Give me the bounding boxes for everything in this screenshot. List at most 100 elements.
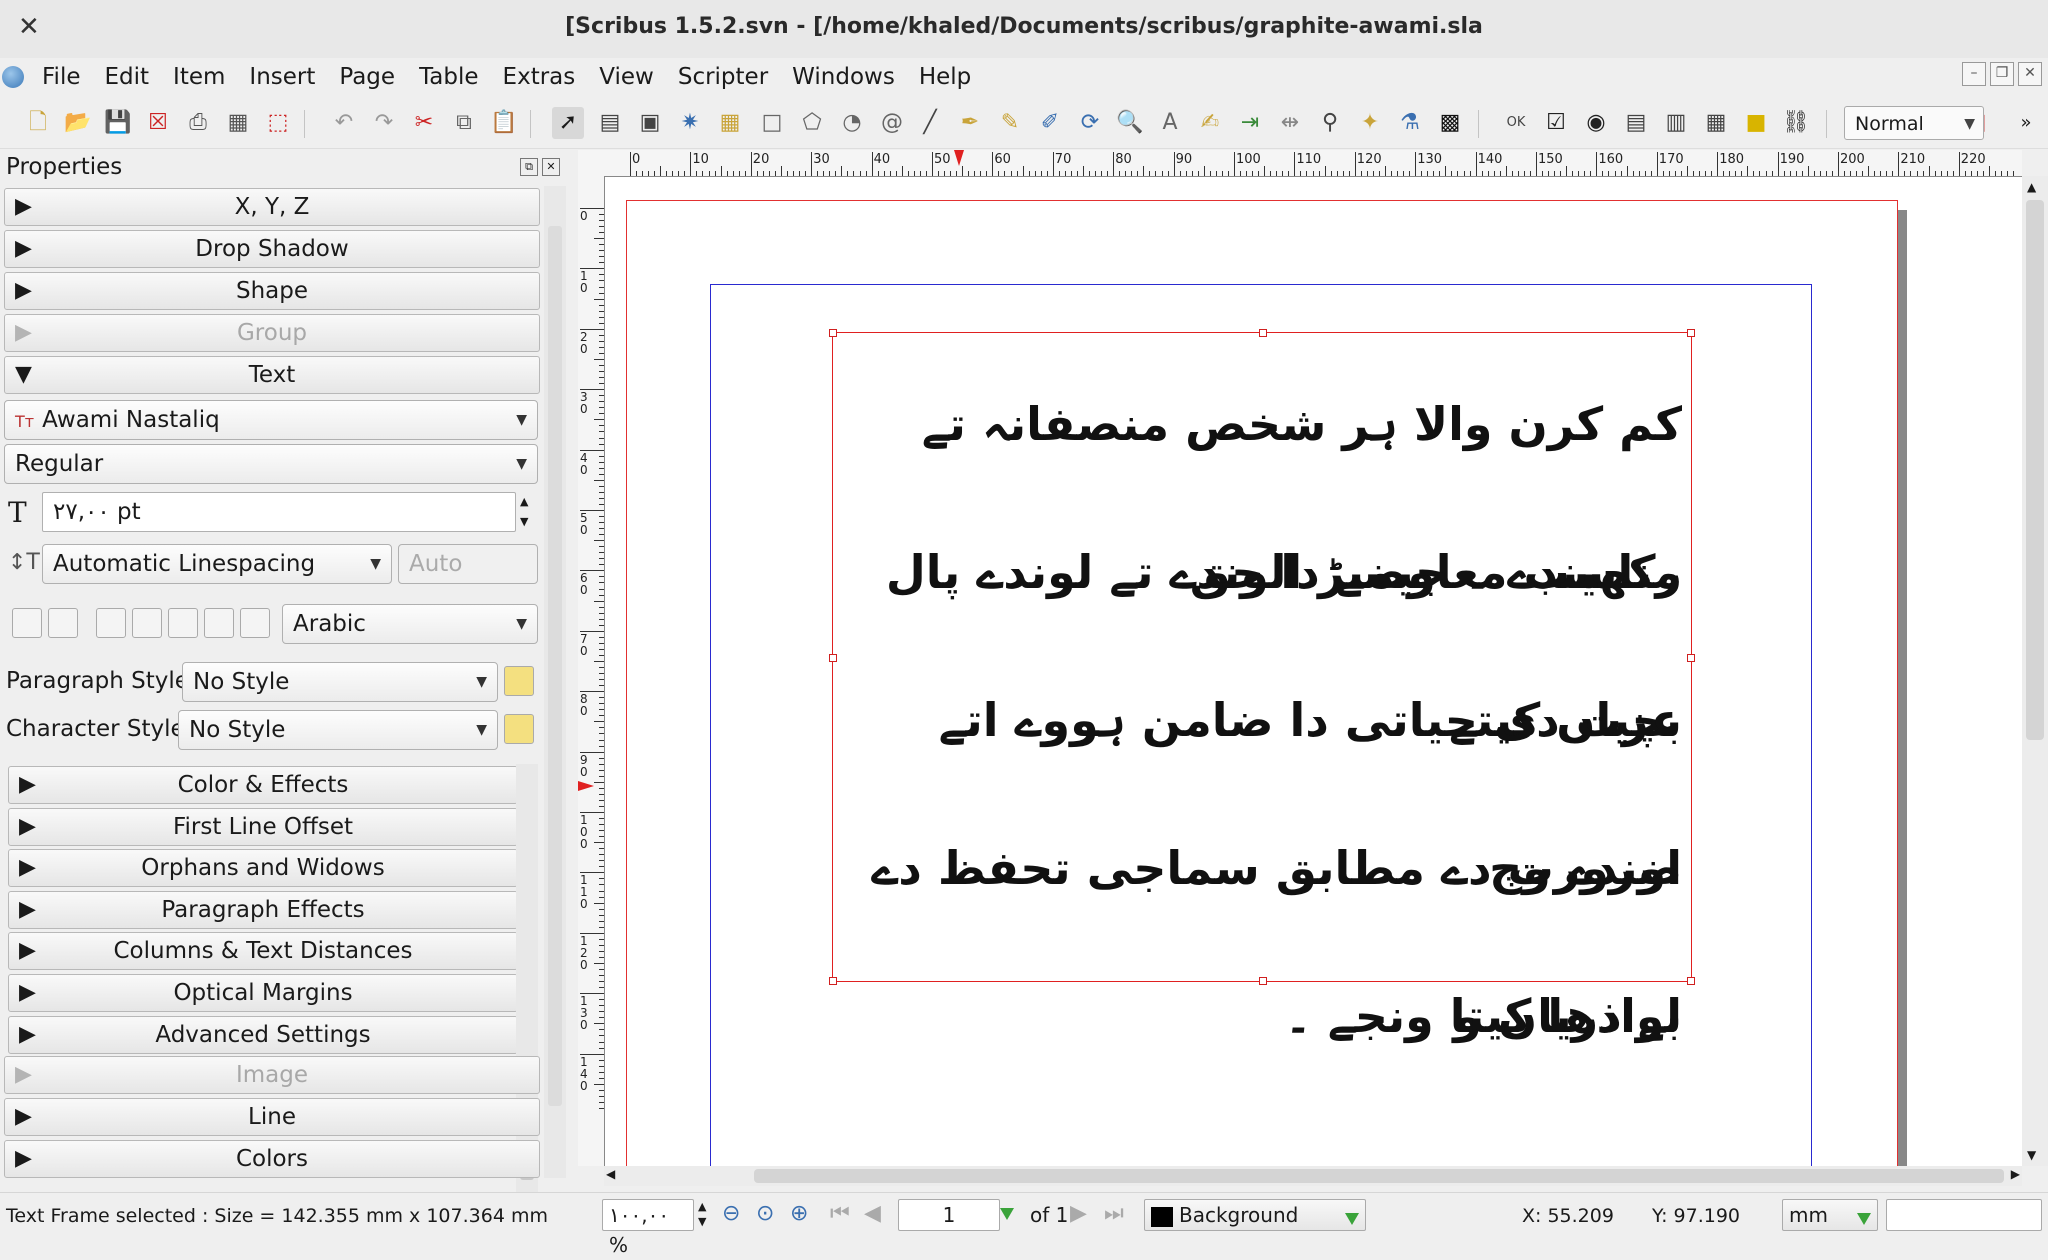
layer-select[interactable]: Background [1144,1199,1366,1231]
pdf-textfield-icon[interactable]: ▤ [1620,107,1652,139]
copy-properties-icon[interactable]: ✦ [1354,107,1386,139]
close-panel-icon[interactable]: ✕ [542,158,560,176]
section-text[interactable]: ▼ Text [4,356,540,394]
resize-handle[interactable] [829,654,837,662]
link-frames-icon[interactable]: ⇥ [1234,107,1266,139]
vertical-ruler[interactable]: 0 10 20 30 40 50 60 70 80 90 100 110 120 130 140 [578,176,605,1166]
table-icon[interactable]: ▦ [714,107,746,139]
font-size-input[interactable]: ۲۷,۰۰ pt [42,492,516,532]
print-icon[interactable]: ⎙ [182,107,214,139]
section-drop-shadow[interactable]: ▶ Drop Shadow [4,230,540,268]
open-icon[interactable]: 📂 [62,107,94,139]
zoom-spinner[interactable]: ▲ ▼ [698,1199,706,1229]
subsection-orphans-and-widows[interactable]: ▶ Orphans and Widows [8,849,518,888]
float-panel-icon[interactable]: ⧉ [520,158,538,176]
font-family-select[interactable]: Tт Awami Nastaliq ▼ [4,400,538,440]
font-style-select[interactable]: Regular ▼ [4,444,538,484]
rtl-direction-icon[interactable] [48,608,78,638]
align-center-icon[interactable] [132,608,162,638]
zoom-in-icon[interactable]: ⊕ [790,1201,808,1226]
view-mode-select[interactable]: Normal ▼ [1844,106,1984,140]
undo-icon[interactable]: ↶ [328,107,360,139]
story-editor-icon[interactable]: ✍ [1194,107,1226,139]
pdf-radio-icon[interactable]: ◉ [1580,107,1612,139]
scroll-right-icon[interactable]: ▶ [2011,1167,2020,1181]
render-frame-icon[interactable]: ✷ [674,107,706,139]
ltr-direction-icon[interactable] [12,608,42,638]
font-size-spinner[interactable]: ▲ ▼ [520,492,528,532]
pdf-listbox-icon[interactable]: ▦ [1700,107,1732,139]
previous-page-icon[interactable]: ◀ [864,1201,881,1226]
preflight-icon[interactable]: ▦ [222,107,254,139]
rotate-icon[interactable]: ⟳ [1074,107,1106,139]
restore-icon[interactable]: ❐ [1990,62,2014,86]
menu-edit[interactable]: Edit [93,64,162,90]
clear-paragraph-style-icon[interactable] [504,666,534,696]
spiral-icon[interactable]: @ [876,107,908,139]
section-colors[interactable]: ▶ Colors [4,1140,540,1178]
resize-handle[interactable] [829,329,837,337]
pdf-checkbox-icon[interactable]: ☑ [1540,107,1572,139]
character-style-select[interactable]: No Style ▼ [178,710,498,750]
save-icon[interactable]: 💾 [102,107,134,139]
menu-table[interactable]: Table [407,64,490,90]
image-frame-icon[interactable]: ▣ [634,107,666,139]
align-forced-justify-icon[interactable] [240,608,270,638]
resize-handle[interactable] [1687,329,1695,337]
bezier-icon[interactable]: ✒ [954,107,986,139]
last-page-icon[interactable]: ⏭ [1104,1201,1124,1226]
menu-windows[interactable]: Windows [780,64,907,90]
page-select-arrow-icon[interactable] [1000,1203,1014,1222]
copy-icon[interactable]: ⧉ [448,107,480,139]
toolbar-overflow-icon[interactable]: » [2010,107,2042,139]
subsection-columns-text-distances[interactable]: ▶ Columns & Text Distances [8,932,518,971]
paste-icon[interactable]: 📋 [488,107,520,139]
line-icon[interactable]: ╱ [914,107,946,139]
section-x-y-z[interactable]: ▶ X, Y, Z [4,188,540,226]
page-number-input[interactable]: 1 [898,1199,1000,1231]
calligraphic-icon[interactable]: ✐ [1034,107,1066,139]
first-page-icon[interactable]: ⏮ [830,1201,850,1226]
edit-text-icon[interactable]: A [1154,107,1186,139]
select-tool-icon[interactable]: ➚ [552,107,584,139]
pdf-export-icon[interactable]: ⬚ [262,107,294,139]
menu-view[interactable]: View [587,64,666,90]
pdf-combobox-icon[interactable]: ▥ [1660,107,1692,139]
resize-handle[interactable] [829,977,837,985]
menu-scripter[interactable]: Scripter [666,64,780,90]
cut-icon[interactable]: ✂ [408,107,440,139]
menu-file[interactable]: File [30,64,93,90]
barcode-icon[interactable]: ▩ [1434,107,1466,139]
unit-select[interactable]: mm [1782,1199,1878,1231]
menu-help[interactable]: Help [907,64,983,90]
section-line[interactable]: ▶ Line [4,1098,540,1136]
shape-icon[interactable]: □ [756,107,788,139]
resize-handle[interactable] [1687,977,1695,985]
align-left-icon[interactable] [96,608,126,638]
eyedropper-icon[interactable]: ⚗ [1394,107,1426,139]
menu-page[interactable]: Page [327,64,407,90]
zoom-icon[interactable]: 🔍 [1114,107,1146,139]
menu-extras[interactable]: Extras [491,64,588,90]
close-document-icon[interactable]: ✕ [2018,62,2042,86]
linespacing-value-input[interactable]: Auto [398,544,538,584]
link-annotation-icon[interactable]: ⛓ [1780,107,1812,139]
subsection-paragraph-effects[interactable]: ▶ Paragraph Effects [8,890,518,929]
subsection-advanced-settings[interactable]: ▶ Advanced Settings [8,1015,518,1054]
unlink-frames-icon[interactable]: ⇹ [1274,107,1306,139]
canvas-vertical-scrollbar[interactable]: ▲ ▼ [2022,176,2048,1166]
next-page-icon[interactable]: ▶ [1070,1201,1087,1226]
properties-scrollbar[interactable] [544,186,566,1178]
minimize-icon[interactable]: – [1962,62,1986,86]
scroll-down-icon[interactable]: ▼ [2027,1148,2036,1162]
resize-handle[interactable] [1687,654,1695,662]
new-document-icon[interactable]: 🗋 [22,107,54,139]
scroll-left-icon[interactable]: ◀ [606,1167,615,1181]
freehand-icon[interactable]: ✎ [994,107,1026,139]
resize-handle[interactable] [1259,329,1267,337]
menu-item[interactable]: Item [161,64,237,90]
text-frame-icon[interactable]: ▤ [594,107,626,139]
redo-icon[interactable]: ↷ [368,107,400,139]
align-right-icon[interactable] [168,608,198,638]
linespacing-mode-select[interactable]: Automatic Linespacing ▼ [42,544,392,584]
